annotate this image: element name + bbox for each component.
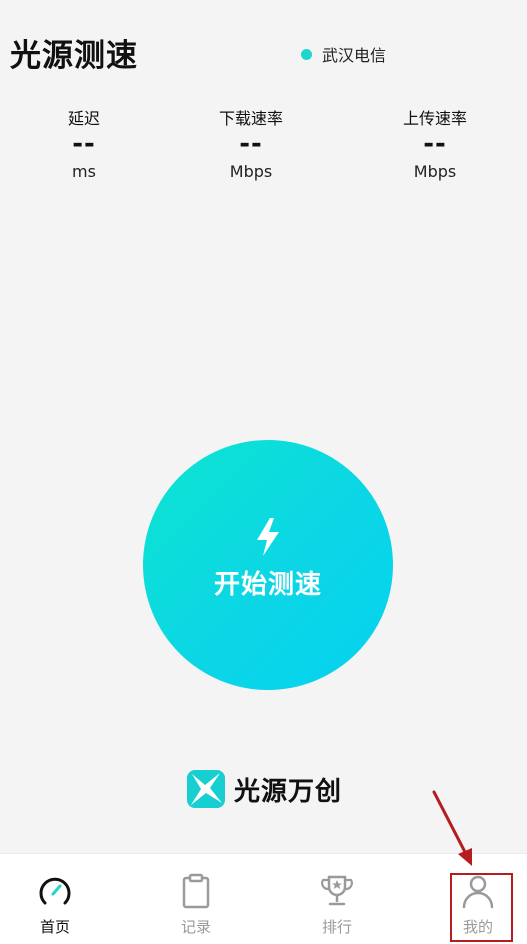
metric-download-unit: Mbps	[229, 162, 273, 181]
metric-upload: 上传速率 -- Mbps	[365, 108, 505, 183]
metric-upload-value: --	[423, 129, 447, 159]
metric-latency-unit: ms	[72, 162, 96, 181]
metric-upload-unit: Mbps	[413, 162, 457, 181]
lightning-bolt-icon	[257, 518, 279, 556]
annotation-highlight-box	[450, 873, 513, 942]
app-title: 光源测速	[10, 38, 138, 74]
brand-name: 光源万创	[234, 776, 343, 807]
trophy-icon	[321, 875, 353, 906]
tab-home[interactable]: 首页	[10, 872, 100, 942]
tab-home-label: 首页	[39, 918, 70, 936]
tab-records[interactable]: 记录	[151, 872, 241, 942]
speedometer-icon	[39, 877, 71, 905]
isp-label: 武汉电信	[322, 46, 387, 65]
metric-latency: 延迟 -- ms	[14, 108, 154, 183]
brand-footer: 光源万创	[186, 769, 342, 809]
metric-download: 下载速率 -- Mbps	[181, 108, 321, 183]
speed-test-home: 光源测速 武汉电信 延迟 -- ms 下载速率 -- Mbps 上传速率 -- …	[0, 0, 527, 944]
metrics-panel: 延迟 -- ms 下载速率 -- Mbps 上传速率 -- Mbps	[0, 108, 527, 188]
tab-ranking-label: 排行	[321, 918, 352, 936]
metric-latency-label: 延迟	[67, 109, 100, 128]
annotation-arrow-icon	[432, 790, 472, 866]
start-test-label: 开始测速	[213, 570, 322, 600]
metric-latency-value: --	[72, 129, 96, 159]
starburst-logo	[187, 770, 225, 808]
clipboard-icon	[182, 873, 210, 909]
tab-ranking[interactable]: 排行	[292, 872, 382, 942]
metric-upload-label: 上传速率	[402, 109, 467, 128]
isp-status-dot	[301, 48, 312, 60]
metric-download-label: 下载速率	[218, 109, 283, 128]
isp-indicator[interactable]: 武汉电信	[301, 42, 386, 66]
tab-records-label: 记录	[180, 918, 211, 936]
start-test-button[interactable]: 开始测速	[143, 440, 393, 690]
metric-download-value: --	[239, 129, 263, 159]
